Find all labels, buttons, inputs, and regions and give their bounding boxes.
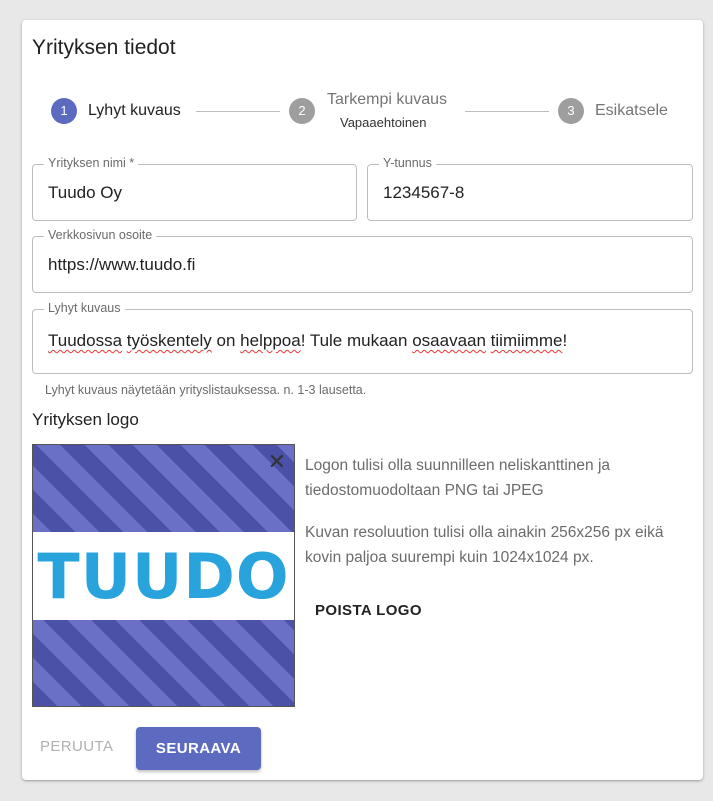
logo-wordmark: TUUDO [37, 540, 290, 613]
step-3-label[interactable]: Esikatsele [595, 102, 668, 120]
text-fragment: on [211, 331, 241, 350]
company-name-value[interactable]: Tuudo Oy [48, 183, 122, 203]
text-fragment: ! [562, 331, 568, 350]
logo-preview[interactable]: ✕ TUUDO [32, 444, 295, 707]
step-1-label[interactable]: Lyhyt kuvaus [88, 102, 181, 120]
step-2-optional: Vapaaehtoinen [340, 115, 427, 130]
cancel-button[interactable]: PERUUTA [32, 728, 121, 765]
company-name-label: Yrityksen nimi * [44, 156, 139, 170]
step-2-circle[interactable]: 2 [289, 98, 315, 124]
short-description-value[interactable]: Tuudossa työskentely on helppoa! Tule mu… [48, 331, 567, 351]
website-field[interactable]: Verkkosivun osoite https://www.tuudo.fi [32, 228, 693, 293]
misspelled-word: Tuudossa [48, 331, 123, 350]
logo-format-info: Logon tulisi olla suunnilleen neliskantt… [305, 457, 611, 499]
short-description-field[interactable]: Lyhyt kuvaus Tuudossa työskentely on hel… [32, 301, 693, 374]
misspelled-word: osaavaan [412, 331, 486, 350]
short-description-helper: Lyhyt kuvaus näytetään yrityslistauksess… [45, 383, 367, 397]
business-id-label: Y-tunnus [379, 156, 436, 170]
step-3-circle[interactable]: 3 [558, 98, 584, 124]
website-value[interactable]: https://www.tuudo.fi [48, 255, 195, 275]
misspelled-word: tiimiimme [490, 331, 563, 350]
logo-heading: Yrityksen logo [32, 410, 139, 429]
business-id-field[interactable]: Y-tunnus 1234567-8 [367, 156, 693, 221]
company-info-card: Yrityksen tiedot 1 Lyhyt kuvaus 2 Tarkem… [22, 20, 703, 780]
page-title: Yrityksen tiedot [32, 36, 176, 59]
remove-logo-button[interactable]: POISTA LOGO [305, 594, 432, 627]
misspelled-word: helppoa [240, 331, 301, 350]
company-name-field[interactable]: Yrityksen nimi * Tuudo Oy [32, 156, 357, 221]
misspelled-word: työskentely [126, 331, 212, 350]
step-2-label[interactable]: Tarkempi kuvaus [327, 91, 447, 109]
stepper: 1 Lyhyt kuvaus 2 Tarkempi kuvaus Vapaaeh… [22, 90, 703, 140]
text-fragment: ! Tule mukaan [300, 331, 413, 350]
business-id-value[interactable]: 1234567-8 [383, 183, 464, 203]
step-connector-2 [465, 111, 549, 112]
short-description-label: Lyhyt kuvaus [44, 301, 125, 315]
close-icon[interactable]: ✕ [268, 451, 286, 473]
website-label: Verkkosivun osoite [44, 228, 157, 242]
step-1-circle[interactable]: 1 [51, 98, 77, 124]
logo-image: TUUDO [33, 532, 294, 620]
step-connector-1 [196, 111, 280, 112]
logo-resolution-info: Kuvan resoluution tulisi olla ainakin 25… [305, 524, 664, 566]
next-button[interactable]: SEURAAVA [136, 727, 261, 770]
